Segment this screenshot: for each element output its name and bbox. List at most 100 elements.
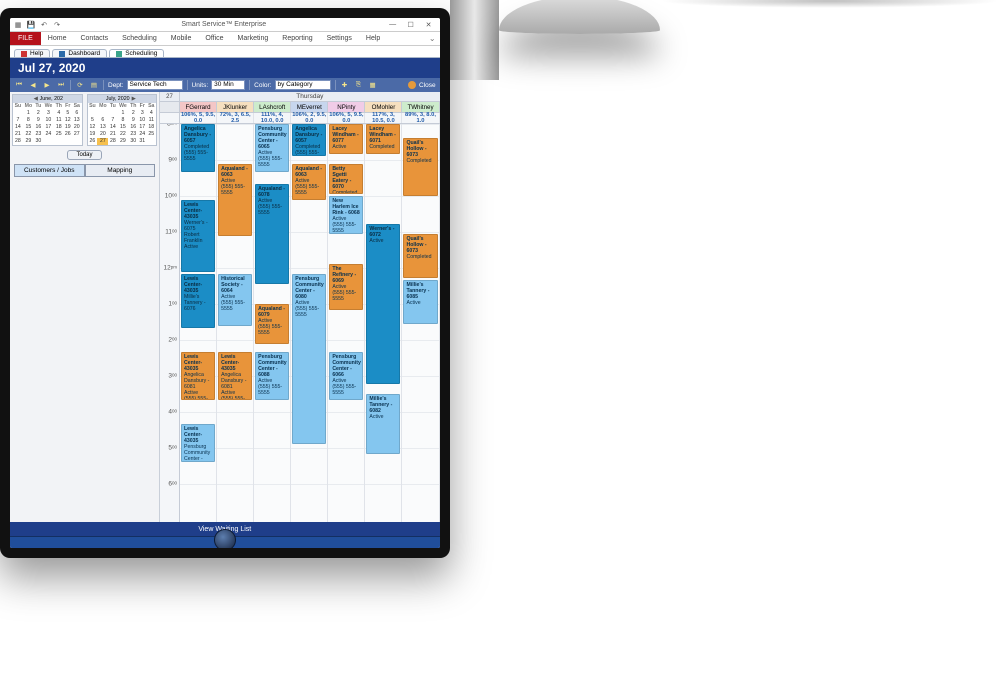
toolbar-new-icon[interactable]: ✚: [340, 80, 350, 90]
tab-icon: [21, 51, 27, 57]
resource-header[interactable]: FGerrard: [180, 102, 217, 112]
ribbon-tab-scheduling[interactable]: Scheduling: [115, 32, 164, 45]
ribbon-tab-reporting[interactable]: Reporting: [275, 32, 319, 45]
resource-header[interactable]: LAshcroft: [254, 102, 291, 112]
appointment[interactable]: Pensburg Community Center - 6088Active(5…: [255, 352, 289, 400]
appointment[interactable]: Lewis Center-43035Millie's Tannery - 607…: [181, 274, 215, 328]
appointment[interactable]: Aqualand - 6078Active(555) 555-5555: [255, 184, 289, 284]
appointment[interactable]: Aqualand - 6063Active(555) 555-5555: [292, 164, 326, 200]
toolbar-close-button[interactable]: Close: [408, 81, 436, 89]
window-maximize-button[interactable]: ☐: [404, 20, 418, 30]
window-minimize-button[interactable]: —: [386, 20, 400, 30]
mini-calendar-left[interactable]: ◀June, 202 SuMoTuWeThFrSa123456789101112…: [12, 94, 83, 146]
monitor-stand-base: [499, 0, 660, 34]
ribbon-tab-marketing[interactable]: Marketing: [231, 32, 276, 45]
doc-tab-dashboard[interactable]: Dashboard: [52, 49, 107, 57]
appointment[interactable]: Werner's - 6072Active: [366, 224, 400, 384]
appointment[interactable]: Angelica Dansbury - 6057Completed(555) 5…: [181, 124, 215, 172]
hour-label: 500: [168, 445, 177, 452]
toolbar-view-icon[interactable]: ▤: [89, 80, 99, 90]
today-button[interactable]: Today: [67, 150, 101, 160]
appointment[interactable]: Lewis Center-43035Werner's - 6075Robert …: [181, 200, 215, 272]
schedule-column[interactable]: Lacey Windham - 6077Active Betty Sgetti E…: [328, 124, 365, 522]
nav-prev-icon[interactable]: ◀: [28, 80, 38, 90]
cal-next-icon[interactable]: ▶: [130, 96, 138, 102]
resource-header[interactable]: JKlunker: [217, 102, 254, 112]
ribbon-tab-office[interactable]: Office: [198, 32, 230, 45]
window-title: Smart Service™ Enterprise: [62, 21, 386, 28]
appointment[interactable]: Lewis Center-43035Pensburg Community Cen…: [181, 424, 215, 462]
qat-redo-icon[interactable]: ↷: [52, 20, 62, 30]
appointment[interactable]: Lewis Center-43035Angelica Dansbury - 60…: [181, 352, 215, 400]
toolbar-grid-icon[interactable]: ▦: [368, 80, 378, 90]
mini-calendar-right[interactable]: July, 2020▶ SuMoTuWeThFrSa12345678910111…: [87, 94, 158, 146]
sidebar-segment: Customers / Jobs Mapping: [14, 164, 155, 177]
app-icon: ▦: [13, 20, 23, 30]
appointment[interactable]: New Harlem Ice Rink - 6068Active(555) 55…: [329, 196, 363, 234]
appointment[interactable]: Quail's Hollow - 6073Completed: [403, 138, 437, 196]
resource-header[interactable]: OMohler: [365, 102, 402, 112]
ribbon-tab-help[interactable]: Help: [359, 32, 387, 45]
resource-header[interactable]: NPinty: [328, 102, 365, 112]
ribbon-tab-home[interactable]: Home: [41, 32, 74, 45]
appointment[interactable]: Angelica Dansbury - 6057Completed(555) 5…: [292, 124, 326, 156]
schedule-column[interactable]: Pensburg Community Center - 6065Active(5…: [254, 124, 291, 522]
resource-header[interactable]: MEverret: [291, 102, 328, 112]
tab-icon: [59, 51, 65, 57]
dept-select[interactable]: Service Tech: [127, 80, 183, 90]
schedule-column[interactable]: Angelica Dansbury - 6057Completed(555) 5…: [180, 124, 217, 522]
nav-last-icon[interactable]: ⏭: [56, 80, 66, 90]
qat-save-icon[interactable]: 💾: [26, 20, 36, 30]
ribbon: FILE Home Contacts Scheduling Mobile Off…: [10, 32, 440, 46]
appointment[interactable]: Millie's Tannery - 6085Active: [403, 280, 437, 324]
cal-prev-icon[interactable]: ◀: [32, 96, 40, 102]
appointment[interactable]: Lacey Windham - 6071Completed: [366, 124, 400, 154]
appointment[interactable]: Lewis Center-43035Angelica Dansbury - 60…: [218, 352, 252, 400]
hour-label: 12pm: [164, 265, 178, 272]
qat-undo-icon[interactable]: ↶: [39, 20, 49, 30]
ribbon-file-tab[interactable]: FILE: [10, 32, 41, 45]
appointment[interactable]: The Refinery - 6069Active(555) 555-5555: [329, 264, 363, 310]
resource-header[interactable]: TWhitney: [402, 102, 439, 112]
ribbon-collapse-icon[interactable]: ⌄: [429, 34, 436, 43]
schedule-column[interactable]: Aqualand - 6063Active(555) 555-5555 Histo…: [217, 124, 254, 522]
toolbar-refresh-icon[interactable]: ⟳: [75, 80, 85, 90]
appointment[interactable]: Pensburg Community Center - 6080Active(5…: [292, 274, 326, 444]
units-select[interactable]: 30 Min: [211, 80, 245, 90]
appointment[interactable]: Quail's Hollow - 6073Completed: [403, 234, 437, 278]
appointment[interactable]: Pensburg Community Center - 6066Active(5…: [329, 352, 363, 400]
resource-stat: 106%, 5, 9.5, 0.0: [180, 113, 217, 123]
appointment[interactable]: Aqualand - 6079Active(555) 555-5555: [255, 304, 289, 344]
nav-next-icon[interactable]: ▶: [42, 80, 52, 90]
appointment[interactable]: Lacey Windham - 6077Active: [329, 124, 363, 154]
schedule-column[interactable]: Lacey Windham - 6071Completed Werner's - …: [365, 124, 402, 522]
appointment[interactable]: Betty Sgetti Eatery - 6070Completed(555)…: [329, 164, 363, 194]
hour-label: 900: [168, 157, 177, 164]
ribbon-tab-settings[interactable]: Settings: [320, 32, 359, 45]
segment-mapping[interactable]: Mapping: [85, 164, 156, 177]
schedule-column[interactable]: Quail's Hollow - 6073Completed Quail's Ho…: [402, 124, 439, 522]
schedule-columns: Angelica Dansbury - 6057Completed(555) 5…: [180, 124, 440, 522]
nav-first-icon[interactable]: ⏮: [14, 80, 24, 90]
schedule-column[interactable]: Angelica Dansbury - 6057Completed(555) 5…: [291, 124, 328, 522]
day-name: Thursday: [180, 92, 440, 101]
appointment[interactable]: Pensburg Community Center - 6065Active(5…: [255, 124, 289, 172]
color-select[interactable]: by Category: [275, 80, 331, 90]
doc-tab-help[interactable]: Help: [14, 49, 50, 57]
ribbon-tab-contacts[interactable]: Contacts: [73, 32, 115, 45]
mini-calendars: ◀June, 202 SuMoTuWeThFrSa123456789101112…: [10, 92, 159, 148]
appointment[interactable]: Millie's Tannery - 6082Active: [366, 394, 400, 454]
hour-label: 200: [168, 337, 177, 344]
document-tabs: Help Dashboard Scheduling: [10, 46, 440, 58]
segment-customers[interactable]: Customers / Jobs: [14, 164, 85, 177]
doc-tab-scheduling[interactable]: Scheduling: [109, 49, 164, 57]
start-orb-icon[interactable]: [214, 529, 236, 549]
appointment[interactable]: Historical Society - 6064Active(555) 555…: [218, 274, 252, 326]
schedule-grid[interactable]: 8am9001000110012pm100200300400500600 Ang…: [160, 124, 440, 522]
hour-label: 1000: [165, 193, 177, 200]
close-icon: [408, 81, 416, 89]
toolbar-copy-icon[interactable]: ⎘: [354, 80, 364, 90]
appointment[interactable]: Aqualand - 6063Active(555) 555-5555: [218, 164, 252, 236]
ribbon-tab-mobile[interactable]: Mobile: [164, 32, 199, 45]
window-close-button[interactable]: ✕: [422, 20, 436, 30]
